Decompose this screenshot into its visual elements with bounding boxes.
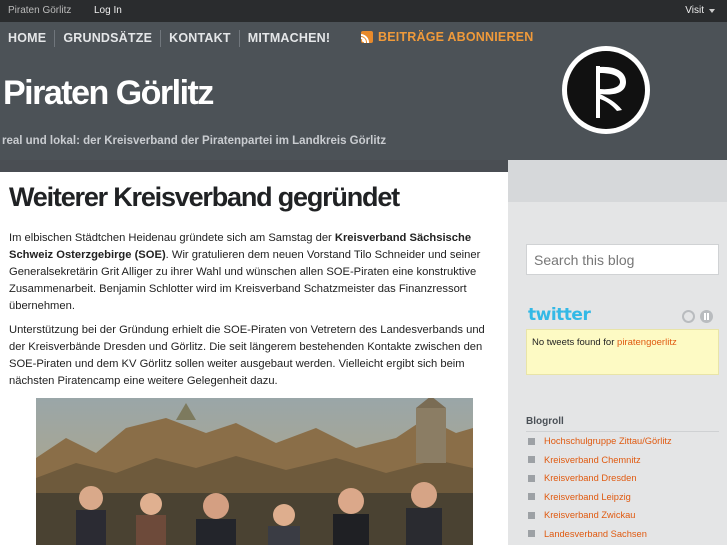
post-paragraph-1: Im elbischen Städtchen Heidenau gründete… xyxy=(9,230,495,315)
nav-grundsaetze[interactable]: GRUNDSÄTZE xyxy=(55,30,162,47)
nav-home[interactable]: HOME xyxy=(0,30,56,47)
search-input[interactable]: Search this blog xyxy=(526,244,719,275)
feed-subscribe-label: BEITRÄGE ABONNIEREN xyxy=(378,30,534,44)
twitter-feed: No tweets found for piratengoerlitz xyxy=(526,329,719,375)
blogroll-link[interactable]: Hochschulgruppe Zittau/Görlitz xyxy=(544,436,672,446)
site-header: HOME GRUNDSÄTZE KONTAKT MITMACHEN! BEITR… xyxy=(0,22,727,160)
twitter-widget-header: twitter xyxy=(526,303,719,329)
blogroll-item[interactable]: Landesverband Sachsen xyxy=(526,525,719,544)
rss-icon xyxy=(361,31,373,43)
blogroll-link[interactable]: Kreisverband Zwickau xyxy=(544,510,635,520)
nav-mitmachen[interactable]: MITMACHEN! xyxy=(240,30,339,47)
post-paragraph-1-intro: Im elbischen Städtchen Heidenau gründete… xyxy=(9,232,335,244)
nav-kontakt[interactable]: KONTAKT xyxy=(161,30,240,47)
feed-subscribe-link[interactable]: BEITRÄGE ABONNIEREN xyxy=(361,30,533,44)
sidebar-top-band xyxy=(508,160,727,202)
bullet-icon xyxy=(528,530,535,538)
bullet-icon xyxy=(528,493,535,501)
twitter-logo: twitter xyxy=(528,305,591,325)
bullet-icon xyxy=(528,511,535,519)
main-nav: HOME GRUNDSÄTZE KONTAKT MITMACHEN! xyxy=(0,30,338,48)
blogroll-item[interactable]: Kreisverband Dresden xyxy=(526,469,719,488)
blogroll-item[interactable]: Hochschulgruppe Zittau/Görlitz xyxy=(526,432,719,451)
blogroll-item[interactable]: Kreisverband Chemnitz xyxy=(526,451,719,470)
post-title[interactable]: Weiterer Kreisverband gegründet xyxy=(9,182,400,213)
blogroll-link[interactable]: Kreisverband Chemnitz xyxy=(544,455,641,465)
twitter-empty-message: No tweets found for xyxy=(532,337,618,348)
blogroll-link[interactable]: Kreisverband Leipzig xyxy=(544,492,631,502)
blogroll-link[interactable]: Kreisverband Dresden xyxy=(544,473,637,483)
visit-menu[interactable]: Visit xyxy=(685,5,704,16)
blogroll-item[interactable]: Kreisverband Leipzig xyxy=(526,488,719,507)
admin-bar-site-link[interactable]: Piraten Görlitz xyxy=(8,5,71,16)
blogroll-link[interactable]: Landesverband Sachsen xyxy=(544,529,647,539)
chevron-down-icon xyxy=(709,9,715,13)
blogroll-item[interactable]: Kreisverband Zwickau xyxy=(526,506,719,525)
twitter-widget: twitter No tweets found for piratengoerl… xyxy=(526,303,719,379)
refresh-icon[interactable] xyxy=(682,310,695,323)
bullet-icon xyxy=(528,456,535,464)
pause-icon[interactable] xyxy=(700,310,713,323)
sidebar: Search this blog twitter No tweets found… xyxy=(508,160,727,545)
blogroll-title: Blogroll xyxy=(526,416,564,427)
pirate-party-logo xyxy=(562,46,650,134)
main-content: Weiterer Kreisverband gegründet Im elbis… xyxy=(0,172,508,545)
blogroll-list: Hochschulgruppe Zittau/Görlitz Kreisverb… xyxy=(526,432,719,543)
admin-bar: Piraten Görlitz Log In Visit xyxy=(0,0,727,22)
twitter-user-link[interactable]: piratengoerlitz xyxy=(617,337,677,348)
bullet-icon xyxy=(528,474,535,482)
group-photo xyxy=(36,398,473,545)
bullet-icon xyxy=(528,437,535,445)
login-link[interactable]: Log In xyxy=(94,5,122,16)
post-paragraph-2: Unterstützung bei der Gründung erhielt d… xyxy=(9,324,485,387)
site-title[interactable]: Piraten Görlitz xyxy=(3,74,214,113)
site-tagline: real und lokal: der Kreisverband der Pir… xyxy=(2,135,387,147)
